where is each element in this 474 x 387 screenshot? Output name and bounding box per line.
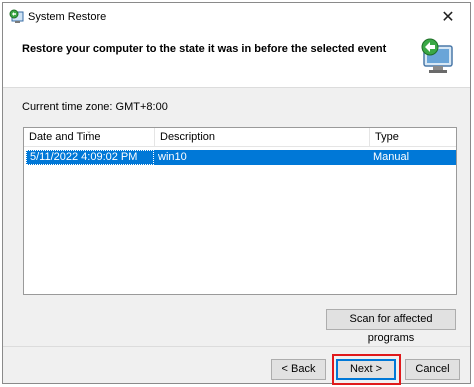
list-header: Date and Time ⌄ Description Type: [24, 128, 456, 147]
close-icon: ✕: [441, 8, 455, 26]
restore-points-list[interactable]: Date and Time ⌄ Description Type 5/11/20…: [23, 127, 457, 295]
system-restore-window: System Restore ✕ Restore your computer t…: [2, 2, 471, 385]
row-date: 5/11/2022 4:09:02 PM: [30, 151, 138, 163]
header-instruction: Restore your computer to the state it wa…: [22, 43, 387, 55]
column-header-type[interactable]: Type: [370, 128, 456, 147]
system-restore-icon: [9, 9, 24, 23]
restore-point-row[interactable]: 5/11/2022 4:09:02 PM win10 Manual: [26, 150, 456, 165]
sort-arrow-icon: ⌄: [86, 128, 92, 135]
footer-divider: [3, 346, 470, 347]
cancel-button[interactable]: Cancel: [405, 359, 460, 380]
column-header-description-label: Description: [160, 131, 216, 143]
column-header-type-label: Type: [375, 131, 399, 143]
scan-affected-programs-button[interactable]: Scan for affected programs: [326, 309, 456, 344]
row-type: Manual: [373, 151, 410, 163]
restore-computer-icon: [421, 38, 453, 73]
row-description: win10: [158, 151, 187, 163]
column-header-description[interactable]: Description: [155, 128, 370, 147]
close-button[interactable]: ✕: [426, 3, 470, 30]
next-button[interactable]: Next >: [336, 359, 396, 380]
window-title: System Restore: [28, 11, 107, 23]
back-button[interactable]: < Back: [271, 359, 326, 380]
title-bar: System Restore ✕: [3, 3, 470, 30]
timezone-label: Current time zone: GMT+8:00: [22, 101, 168, 113]
header-panel: Restore your computer to the state it wa…: [3, 30, 470, 88]
column-header-date[interactable]: Date and Time ⌄: [24, 128, 155, 147]
